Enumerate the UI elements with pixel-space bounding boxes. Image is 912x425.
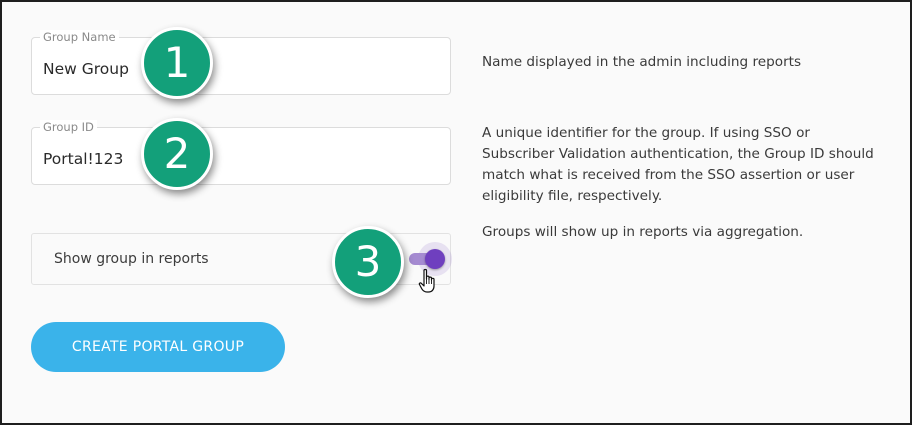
group-name-value[interactable]: New Group [43, 60, 129, 78]
group-id-label: Group ID [40, 120, 97, 134]
toggle-thumb[interactable] [425, 249, 445, 269]
group-id-value[interactable]: Portal!123 [43, 150, 123, 168]
show-in-reports-toggle[interactable] [407, 242, 452, 276]
group-id-field[interactable]: Group ID Portal!123 [31, 120, 451, 185]
screenshot-frame: Group Name New Group Group ID Portal!123… [0, 0, 912, 425]
group-id-description: A unique identifier for the group. If us… [482, 125, 874, 204]
callout-badge-3: 3 [332, 226, 404, 298]
hand-pointer-icon [418, 268, 435, 293]
callout-badge-1: 1 [141, 27, 213, 99]
show-in-reports-label: Show group in reports [54, 251, 209, 267]
callout-badge-2: 2 [141, 118, 213, 190]
group-name-description: Name displayed in the admin including re… [482, 54, 802, 70]
show-in-reports-description: Groups will show up in reports via aggre… [482, 224, 804, 240]
create-portal-group-button[interactable]: CREATE PORTAL GROUP [31, 322, 285, 372]
group-name-field[interactable]: Group Name New Group [31, 30, 451, 95]
group-name-label: Group Name [40, 30, 119, 44]
